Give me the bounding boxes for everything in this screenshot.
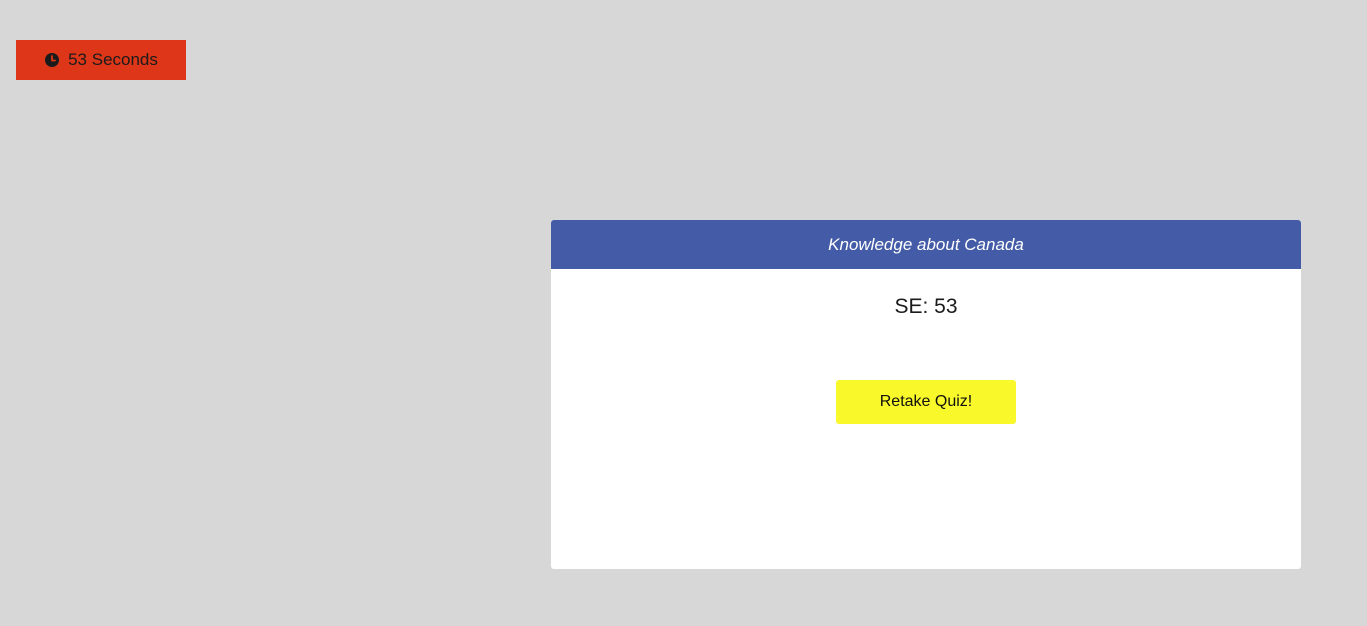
retake-container: Retake Quiz! bbox=[551, 380, 1301, 424]
quiz-title: Knowledge about Canada bbox=[828, 234, 1024, 254]
timer-label: 53 Seconds bbox=[68, 50, 158, 69]
clock-icon bbox=[44, 52, 60, 68]
countdown-timer: 53 Seconds bbox=[16, 40, 186, 80]
retake-quiz-button[interactable]: Retake Quiz! bbox=[836, 380, 1016, 424]
score-text: SE: 53 bbox=[894, 295, 958, 318]
quiz-header: Knowledge about Canada bbox=[551, 220, 1301, 269]
quiz-result-card: Knowledge about Canada SE: 53 Retake Qui… bbox=[551, 220, 1301, 569]
